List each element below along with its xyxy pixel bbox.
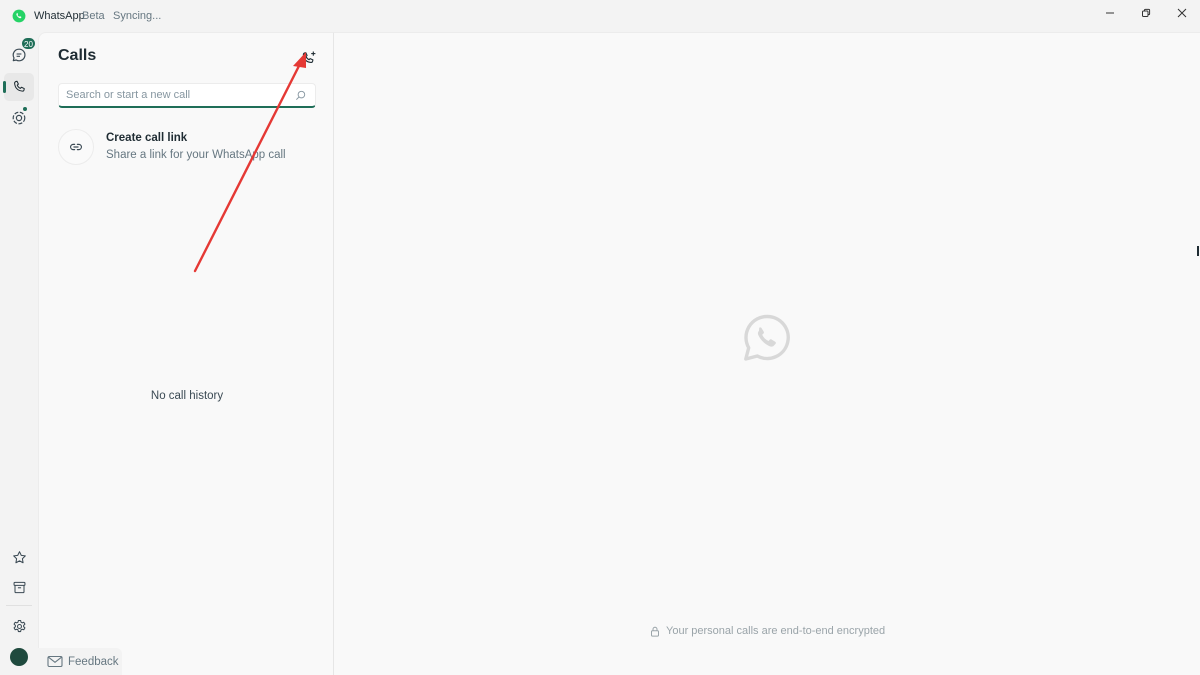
navigation-rail: 20 [0, 32, 38, 675]
encryption-notice: Your personal calls are end-to-end encry… [650, 625, 885, 637]
unread-badge: 20 [21, 37, 36, 50]
main-content: Your personal calls are end-to-end encry… [334, 32, 1200, 675]
restore-icon [1142, 8, 1151, 17]
feedback-label: Feedback [68, 655, 119, 668]
status-update-dot [22, 106, 28, 112]
close-button[interactable] [1165, 0, 1199, 26]
archive-icon [13, 581, 25, 593]
close-icon [1177, 8, 1187, 18]
rail-item-settings[interactable] [4, 612, 34, 640]
calls-panel: Calls Create call link Shar [38, 32, 334, 675]
edition-label: Beta [82, 10, 105, 22]
gear-icon [13, 619, 25, 632]
minimize-icon [1106, 12, 1114, 14]
lock-icon [651, 626, 659, 637]
search-input[interactable] [59, 84, 279, 106]
whatsapp-logo-icon [12, 9, 26, 23]
rail-item-calls[interactable] [3, 73, 34, 101]
page-title: Calls [58, 47, 97, 64]
whatsapp-window: WhatsApp Beta Syncing... 20 Calls Search… [0, 0, 1200, 675]
app-title: WhatsApp [34, 10, 85, 22]
star-icon [12, 550, 26, 563]
cursor-marker [1197, 246, 1199, 256]
rail-divider [6, 605, 32, 606]
minimize-button[interactable] [1093, 0, 1127, 26]
sync-status: Syncing... [113, 10, 162, 22]
restore-button[interactable] [1129, 0, 1163, 26]
link-icon-container [58, 129, 94, 165]
title-bar: WhatsApp Beta Syncing... [0, 0, 1200, 32]
create-call-link-title: Create call link [106, 132, 188, 144]
search-box [58, 83, 316, 108]
create-call-link-subtitle: Share a link for your WhatsApp call [106, 149, 286, 161]
phone-plus-icon [302, 51, 316, 63]
rail-item-starred[interactable] [4, 543, 34, 571]
feedback-button[interactable]: Feedback [38, 648, 122, 675]
phone-icon [14, 80, 25, 92]
empty-state-text: No call history [150, 390, 224, 402]
search-icon[interactable] [295, 90, 306, 101]
mail-icon [47, 655, 63, 668]
encryption-text: Your personal calls are end-to-end encry… [666, 625, 886, 637]
create-call-link-item[interactable]: Create call link Share a link for your W… [51, 123, 325, 173]
whatsapp-logo-icon [744, 314, 790, 361]
avatar[interactable] [10, 648, 28, 666]
link-icon [70, 143, 82, 151]
rail-item-chats[interactable]: 20 [4, 37, 36, 69]
new-call-button[interactable] [298, 47, 320, 69]
rail-item-status[interactable] [4, 104, 34, 132]
status-icon [12, 111, 26, 125]
rail-item-archived[interactable] [4, 573, 34, 601]
